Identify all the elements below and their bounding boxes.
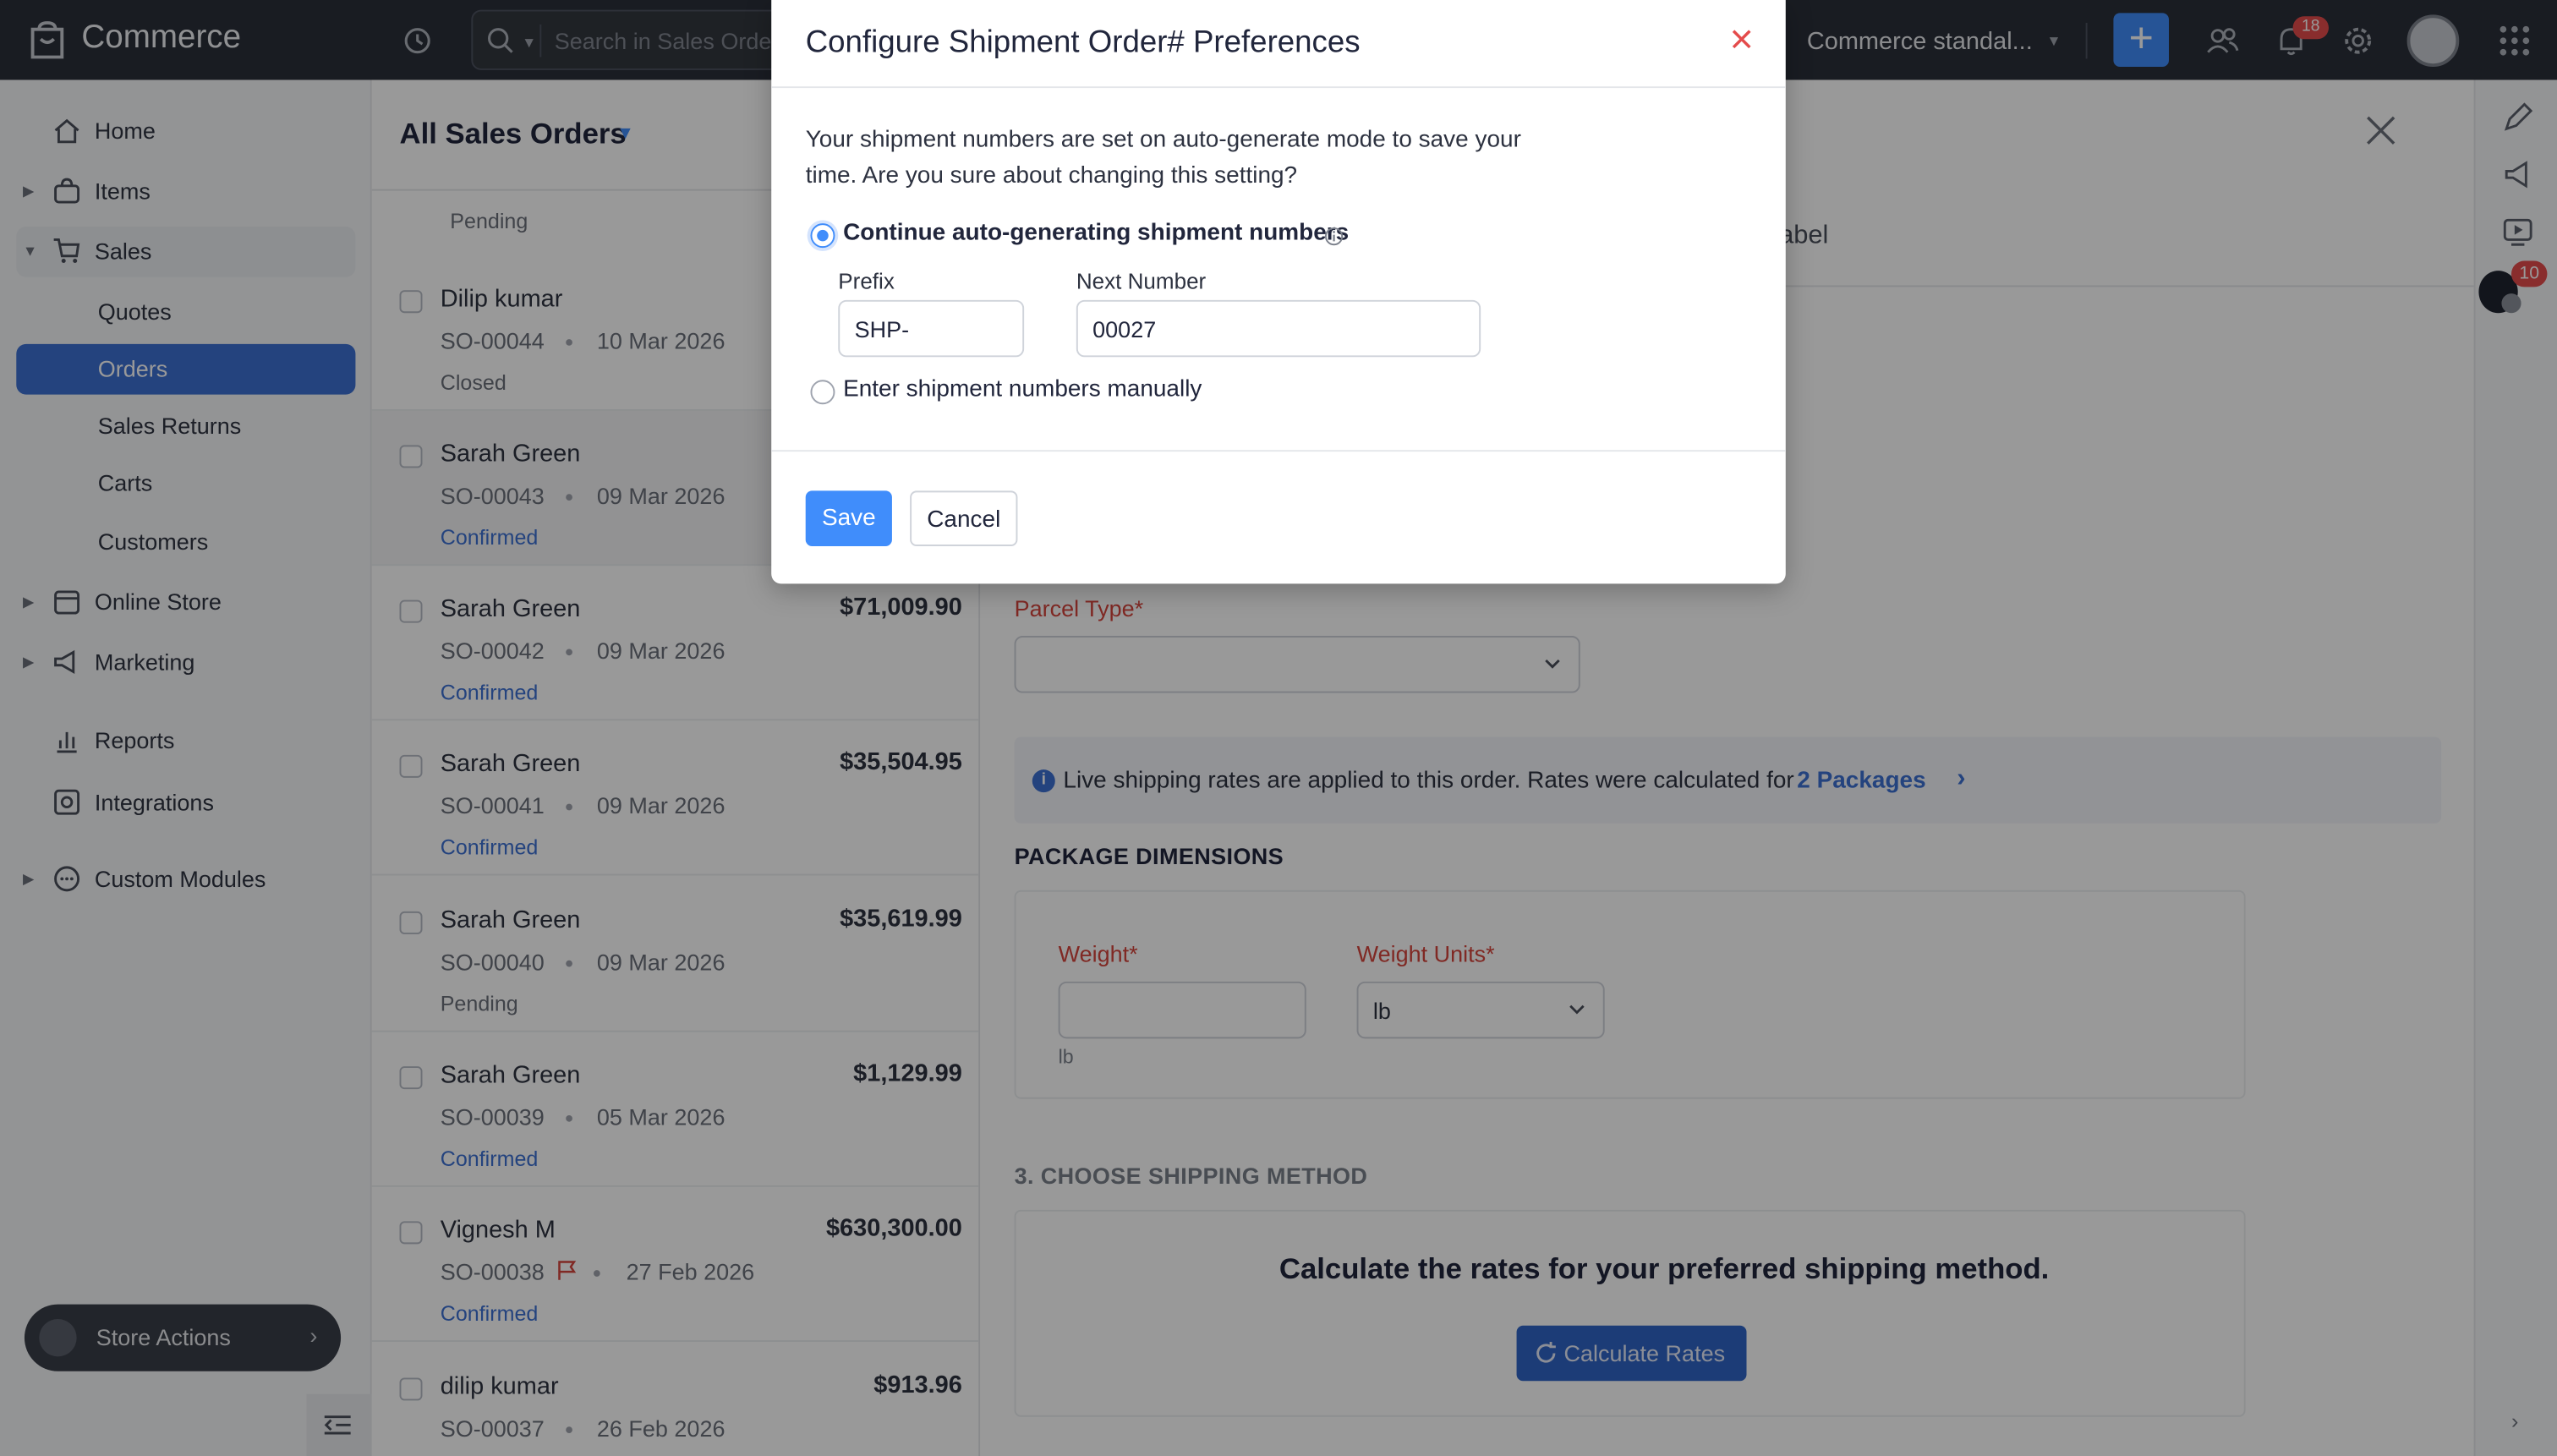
manual-entry-label[interactable]: Enter shipment numbers manually	[843, 376, 1202, 402]
app-root: Commerce ▼ Commerce standal... ▼ + 18 Ho…	[0, 0, 2557, 1456]
next-number-label: Next Number	[1076, 269, 1207, 294]
manual-entry-radio[interactable]	[810, 380, 835, 405]
modal-message: Your shipment numbers are set on auto-ge…	[805, 127, 1521, 189]
cancel-button[interactable]: Cancel	[910, 490, 1018, 546]
close-icon[interactable]	[1728, 26, 1755, 52]
next-number-input[interactable]	[1076, 299, 1481, 358]
shipment-preferences-modal: Configure Shipment Order# Preferences Yo…	[771, 0, 1786, 584]
auto-generate-label[interactable]: Continue auto-generating shipment number…	[843, 220, 1349, 246]
prefix-input[interactable]	[838, 299, 1025, 358]
cancel-label: Cancel	[927, 506, 1001, 534]
prefix-label: Prefix	[838, 269, 895, 294]
info-icon[interactable]	[1324, 227, 1344, 246]
modal-title: Configure Shipment Order# Preferences	[805, 25, 1361, 61]
modal-header: Configure Shipment Order# Preferences	[771, 0, 1786, 89]
save-button[interactable]: Save	[805, 490, 892, 546]
auto-generate-radio[interactable]	[810, 223, 835, 249]
modal-divider	[771, 450, 1786, 452]
save-label: Save	[821, 505, 876, 532]
